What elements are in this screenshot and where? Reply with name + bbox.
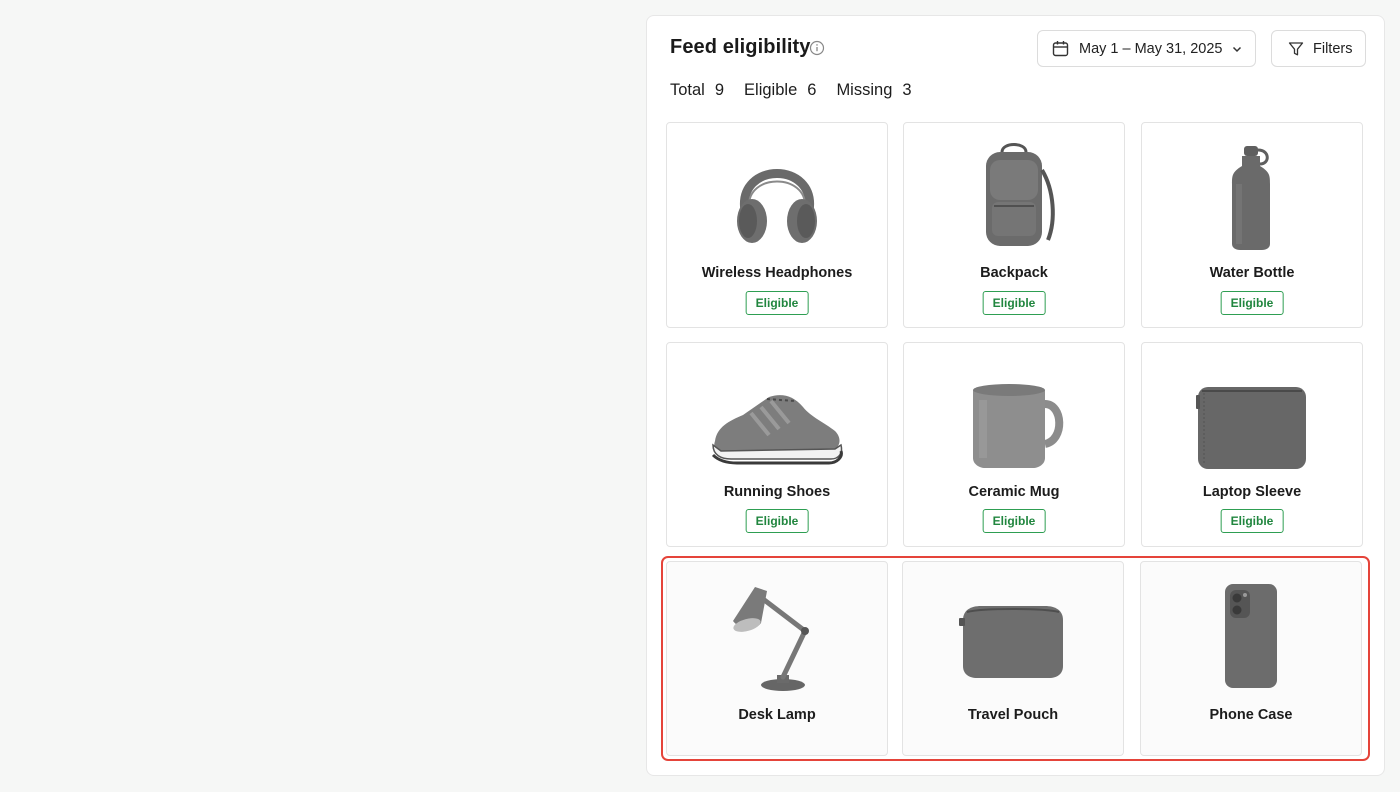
water-bottle-icon [1232, 146, 1270, 250]
phone-case-icon [1225, 584, 1277, 688]
stat-eligible-label: Eligible [744, 81, 798, 99]
product-name: Wireless Headphones [701, 265, 853, 281]
stat-eligible: Eligible 6 [744, 81, 816, 100]
product-card-ceramic-mug[interactable]: Ceramic Mug Eligible [903, 342, 1125, 547]
eligible-badge: Eligible [982, 509, 1046, 533]
product-card-desk-lamp[interactable]: Desk Lamp [666, 561, 888, 756]
product-name: Running Shoes [723, 484, 831, 500]
product-card-water-bottle[interactable]: Water Bottle Eligible [1141, 122, 1363, 328]
stat-total-value: 9 [714, 81, 725, 99]
product-name: Backpack [980, 265, 1048, 281]
product-card-travel-pouch[interactable]: Travel Pouch [902, 561, 1124, 756]
filters-button[interactable]: Filters [1271, 30, 1366, 67]
product-name: Laptop Sleeve [1202, 484, 1302, 500]
stat-missing-label: Missing [836, 81, 893, 99]
eligible-badge: Eligible [1220, 291, 1284, 315]
date-range-label: May 1 – May 31, 2025 [1079, 40, 1223, 57]
headphones-icon [737, 169, 817, 243]
eligible-badge: Eligible [745, 509, 809, 533]
product-name: Water Bottle [1209, 265, 1295, 281]
product-card-running-shoes[interactable]: Running Shoes Eligible [666, 342, 888, 547]
eligible-badge: Eligible [1220, 509, 1284, 533]
product-card-phone-case[interactable]: Phone Case [1140, 561, 1362, 756]
running-shoe-icon [711, 395, 843, 465]
desk-lamp-icon [733, 587, 809, 691]
filter-icon [1288, 41, 1304, 55]
product-name: Travel Pouch [967, 707, 1059, 723]
stat-total: Total 9 [670, 81, 724, 100]
product-card-laptop-sleeve[interactable]: Laptop Sleeve Eligible [1141, 342, 1363, 547]
chevron-down-icon [1232, 46, 1242, 52]
stats-bar: Total 9 Eligible 6 Missing 3 [670, 81, 932, 100]
filters-label: Filters [1313, 40, 1353, 57]
info-icon[interactable] [809, 40, 825, 56]
product-name: Phone Case [1209, 707, 1293, 723]
eligible-badge: Eligible [982, 291, 1046, 315]
page-title: Feed eligibility [670, 36, 811, 58]
calendar-icon [1052, 41, 1069, 57]
stat-missing-value: 3 [902, 81, 912, 99]
product-card-backpack[interactable]: Backpack Eligible [903, 122, 1125, 328]
travel-pouch-icon [959, 606, 1063, 678]
date-range-picker[interactable]: May 1 – May 31, 2025 [1037, 30, 1256, 67]
stat-missing: Missing 3 [836, 81, 911, 100]
laptop-sleeve-icon [1196, 387, 1306, 469]
mug-icon [973, 384, 1064, 468]
stat-eligible-value: 6 [807, 81, 817, 99]
stat-total-label: Total [670, 81, 705, 99]
product-name: Ceramic Mug [968, 484, 1060, 500]
product-name: Desk Lamp [738, 707, 816, 723]
eligible-badge: Eligible [745, 291, 809, 315]
backpack-icon [986, 143, 1055, 246]
product-card-wireless-headphones[interactable]: Wireless Headphones Eligible [666, 122, 888, 328]
